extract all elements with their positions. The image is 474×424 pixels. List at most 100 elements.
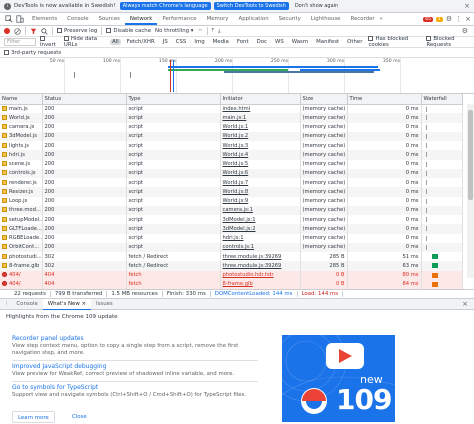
- cell-initiator[interactable]: camera.js:1: [220, 205, 301, 215]
- table-row[interactable]: 404/404 fetch 8-frame.glb 0 B 84 ms: [0, 279, 463, 289]
- table-row[interactable]: hdri.js 200 script World.js:4 (memory cache)…: [0, 150, 463, 160]
- filter-type-ws[interactable]: WS: [273, 39, 286, 45]
- wifi-icon[interactable]: ⌔: [198, 28, 203, 35]
- kebab-menu-icon[interactable]: ⋮: [455, 15, 462, 23]
- table-row[interactable]: photostudi... 302 fetch / Redirect three.mo…: [0, 252, 463, 262]
- filter-type-fetch-xhr[interactable]: Fetch/XHR: [125, 39, 157, 45]
- tab-security[interactable]: Security: [274, 13, 306, 25]
- cell-initiator[interactable]: 8-frame.glb: [220, 279, 301, 289]
- col-name[interactable]: Name: [0, 94, 43, 105]
- device-toggle-icon[interactable]: [16, 15, 24, 23]
- tab-console[interactable]: Console: [62, 13, 93, 25]
- table-row[interactable]: renderer.js 200 script World.js:7 (memory ca…: [0, 178, 463, 188]
- disable-cache-checkbox[interactable]: Disable cache: [106, 28, 151, 34]
- table-scrollbar[interactable]: [467, 104, 474, 278]
- blocked-requests-checkbox[interactable]: Blocked Requests: [426, 36, 474, 48]
- close-devtools-icon[interactable]: ×: [465, 15, 471, 23]
- close-tab-icon[interactable]: ×: [81, 301, 86, 307]
- warning-count-badge[interactable]: 1: [435, 16, 443, 22]
- filter-type-wasm[interactable]: Wasm: [290, 39, 310, 45]
- tab-network[interactable]: Network: [124, 13, 158, 25]
- table-row[interactable]: GLTFLoade... 200 script 3dModel.js:2 (memory…: [0, 224, 463, 234]
- tab-sources[interactable]: Sources: [94, 13, 125, 25]
- filter-type-js[interactable]: JS: [161, 39, 170, 45]
- tab-application[interactable]: Application: [234, 13, 274, 25]
- filter-type-css[interactable]: CSS: [174, 39, 189, 45]
- hide-data-urls-checkbox[interactable]: Hide data URLs: [63, 36, 106, 48]
- learn-more-button[interactable]: Learn more: [12, 411, 55, 423]
- cell-initiator[interactable]: World.js:1: [220, 122, 301, 132]
- table-row[interactable]: Resizer.js 200 script World.js:8 (memory cac…: [0, 187, 463, 197]
- tab-performance[interactable]: Performance: [157, 13, 201, 25]
- cell-initiator[interactable]: three.module.js:39269: [220, 261, 301, 271]
- close-drawer-icon[interactable]: ×: [462, 300, 474, 308]
- more-tabs-icon[interactable]: »: [380, 16, 383, 22]
- col-initiator[interactable]: Initiator: [220, 94, 301, 105]
- filter-funnel-icon[interactable]: [30, 28, 37, 35]
- cell-initiator[interactable]: World.js:7: [220, 178, 301, 188]
- cell-initiator[interactable]: World.js:3: [220, 141, 301, 151]
- error-count-badge[interactable]: 65: [423, 16, 433, 22]
- cell-initiator[interactable]: controls.js:1: [220, 242, 301, 252]
- table-row[interactable]: World.js 200 script main.js:1 (memory cache)…: [0, 113, 463, 123]
- table-row[interactable]: RGBELoade... 200 script hdri.js:1 (memory ca…: [0, 233, 463, 243]
- import-icon[interactable]: ⤒: [212, 28, 214, 35]
- feature-title[interactable]: Recorder panel updates: [12, 335, 258, 342]
- table-row[interactable]: controls.js 200 script World.js:6 (memory ca…: [0, 168, 463, 178]
- tab-elements[interactable]: Elements: [27, 13, 62, 25]
- feature-title[interactable]: Improved JavaScript debugging: [12, 363, 258, 370]
- feature-title[interactable]: Go to symbols for TypeScript: [12, 384, 258, 391]
- col-waterfall[interactable]: Waterfall: [421, 94, 463, 105]
- filter-type-media[interactable]: Media: [211, 39, 231, 45]
- blocked-cookies-checkbox[interactable]: Has blocked cookies: [368, 36, 422, 48]
- cell-initiator[interactable]: index.html: [220, 104, 301, 114]
- table-row[interactable]: camera.js 200 script World.js:1 (memory cach…: [0, 122, 463, 132]
- col-status[interactable]: Status: [42, 94, 127, 105]
- cell-initiator[interactable]: World.js:5: [220, 159, 301, 169]
- preserve-log-checkbox[interactable]: Preserve log: [57, 28, 97, 34]
- cell-initiator[interactable]: World.js:2: [220, 131, 301, 141]
- filter-type-font[interactable]: Font: [235, 39, 251, 45]
- col-type[interactable]: Type: [126, 94, 221, 105]
- table-row[interactable]: 3dModel.js 200 script World.js:2 (memory cac…: [0, 131, 463, 141]
- cell-initiator[interactable]: three.module.js:39269: [220, 252, 301, 262]
- close-button[interactable]: Close: [68, 411, 91, 423]
- table-row[interactable]: Loop.js 200 script World.js:9 (memory cache)…: [0, 196, 463, 206]
- cell-initiator[interactable]: World.js:6: [220, 168, 301, 178]
- drawer-tab-issues[interactable]: Issues: [91, 299, 118, 310]
- col-time[interactable]: Time: [347, 94, 422, 105]
- third-party-checkbox[interactable]: 3rd-party requests: [4, 49, 61, 56]
- record-icon[interactable]: [4, 28, 10, 34]
- dont-show-again-button[interactable]: Don't show again: [292, 2, 341, 10]
- scrollbar-thumb[interactable]: [468, 110, 473, 200]
- table-row[interactable]: 404/404 fetch photostudio.hdr.hdr 0 B 80 ms: [0, 270, 463, 280]
- throttling-select[interactable]: No throttling ▾: [155, 28, 193, 34]
- cell-initiator[interactable]: 3dModel.js:1: [220, 215, 301, 225]
- filter-type-all[interactable]: All: [110, 39, 121, 45]
- table-row[interactable]: scene.js 200 script World.js:5 (memory cache…: [0, 159, 463, 169]
- cell-initiator[interactable]: World.js:9: [220, 196, 301, 206]
- cell-initiator[interactable]: photostudio.hdr.hdr: [220, 270, 301, 280]
- always-match-language-button[interactable]: Always match Chrome's language: [119, 2, 211, 10]
- table-row[interactable]: three.mod... 200 script camera.js:1 (memory …: [0, 205, 463, 215]
- network-settings-gear-icon[interactable]: ⚙: [462, 27, 468, 35]
- close-icon[interactable]: ×: [464, 2, 470, 10]
- inspect-icon[interactable]: [5, 15, 13, 23]
- filter-type-manifest[interactable]: Manifest: [314, 39, 341, 45]
- table-row[interactable]: main.js 200 script index.html (memory cache)…: [0, 104, 463, 114]
- drawer-tab-console[interactable]: Console: [11, 299, 42, 310]
- tab-memory[interactable]: Memory: [202, 13, 234, 25]
- tab-recorder[interactable]: Recorder: [345, 13, 379, 25]
- cell-initiator[interactable]: hdri.js:1: [220, 233, 301, 243]
- table-row[interactable]: lights.js 200 script World.js:3 (memory cach…: [0, 141, 463, 151]
- filter-type-other[interactable]: Other: [345, 39, 364, 45]
- invert-checkbox[interactable]: Invert: [39, 36, 60, 48]
- table-row[interactable]: setupModel... 200 script 3dModel.js:1 (memor…: [0, 215, 463, 225]
- col-size[interactable]: Size: [300, 94, 348, 105]
- switch-language-button[interactable]: Switch DevTools to Swedish: [213, 2, 289, 10]
- network-overview[interactable]: 50 ms 100 ms 150 ms 200 ms 250 ms 300 ms…: [0, 58, 474, 94]
- cell-initiator[interactable]: main.js:1: [220, 113, 301, 123]
- cell-initiator[interactable]: World.js:8: [220, 187, 301, 197]
- settings-gear-icon[interactable]: ⚙: [446, 15, 452, 23]
- drawer-menu-icon[interactable]: ⋮: [4, 301, 9, 307]
